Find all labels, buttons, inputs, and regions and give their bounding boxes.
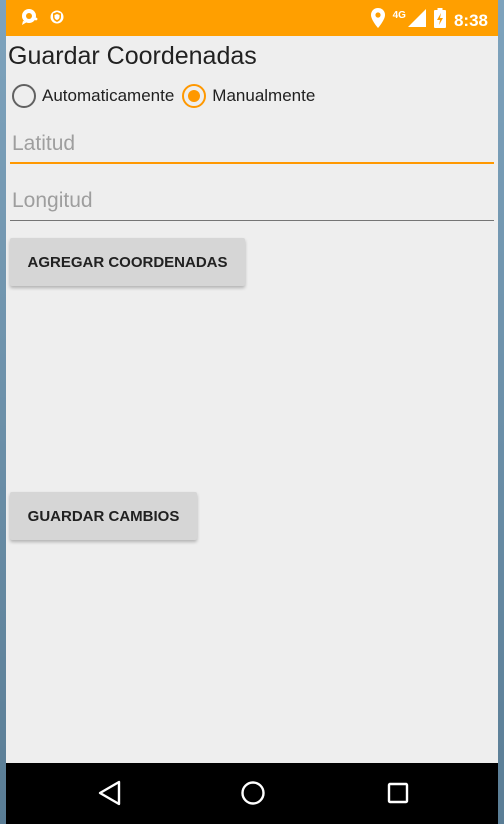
signal-icon bbox=[407, 9, 426, 32]
chat-icon bbox=[20, 8, 38, 31]
network-type: 4G bbox=[392, 10, 406, 21]
page-title: Guardar Coordenadas bbox=[8, 42, 257, 70]
save-changes-button[interactable]: GUARDAR CAMBIOS bbox=[10, 492, 197, 540]
add-coordinates-button[interactable]: AGREGAR COORDENADAS bbox=[10, 238, 245, 286]
device-screen: 4G 8:38 Guardar Coordenadas Automaticame… bbox=[6, 0, 498, 824]
radio-manual[interactable] bbox=[182, 84, 207, 108]
latitude-input[interactable] bbox=[10, 124, 494, 164]
longitude-underline bbox=[10, 220, 494, 221]
navigation-bar bbox=[6, 763, 498, 824]
home-icon[interactable] bbox=[240, 780, 266, 811]
radio-automatic-label[interactable]: Automaticamente bbox=[42, 86, 174, 106]
shield-icon bbox=[50, 9, 64, 30]
recent-apps-icon[interactable] bbox=[386, 780, 410, 811]
status-time: 8:38 bbox=[453, 10, 488, 30]
battery-icon bbox=[433, 8, 446, 33]
location-icon bbox=[370, 8, 385, 33]
latitude-field-container bbox=[10, 124, 494, 164]
mode-radio-group: Automaticamente Manualmente bbox=[12, 82, 323, 110]
back-icon[interactable] bbox=[98, 780, 122, 811]
radio-automatic[interactable] bbox=[12, 84, 36, 108]
latitude-underline bbox=[10, 162, 494, 164]
status-bar: 4G 8:38 bbox=[6, 0, 498, 36]
longitude-field-container bbox=[10, 181, 494, 221]
window-frame-right bbox=[498, 0, 504, 824]
radio-manual-label[interactable]: Manualmente bbox=[212, 86, 315, 106]
longitude-input[interactable] bbox=[10, 181, 494, 221]
